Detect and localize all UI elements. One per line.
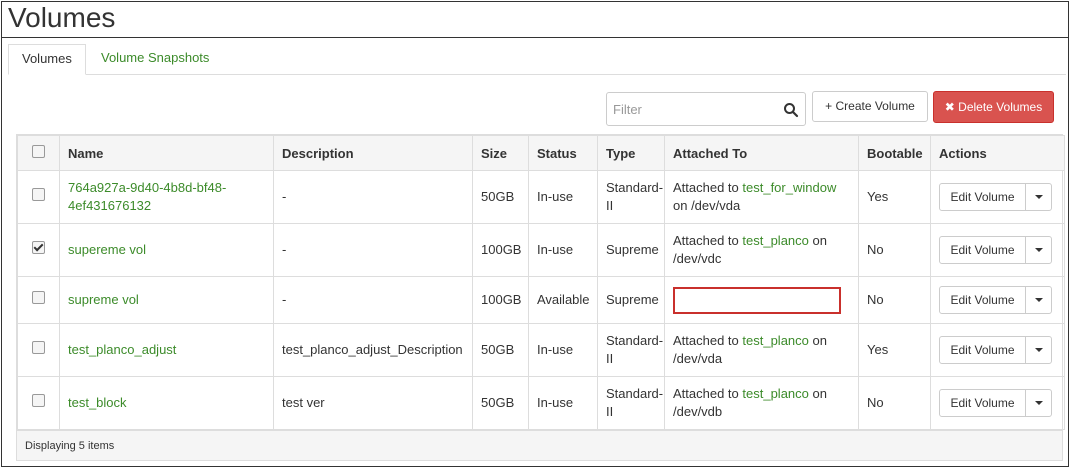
chevron-down-icon[interactable] <box>1026 287 1051 313</box>
volume-name-link[interactable]: supereme vol <box>68 242 146 257</box>
volume-name-link[interactable]: test_block <box>68 395 127 410</box>
header-attached-to[interactable]: Attached To <box>664 135 859 171</box>
volumes-table: Name Description Size Status Type Attach… <box>16 134 1065 461</box>
row-checkbox[interactable] <box>32 341 45 354</box>
attached-instance-link[interactable]: test_for_window <box>742 180 836 195</box>
volume-bootable: No <box>858 376 931 430</box>
volume-size: 100GB <box>472 223 529 277</box>
row-checkbox-checked[interactable] <box>32 241 45 254</box>
attached-prefix: Attached to <box>673 180 743 195</box>
chevron-down-icon[interactable] <box>1026 390 1051 416</box>
volume-status: In-use <box>528 223 598 277</box>
edit-volume-button[interactable]: Edit Volume <box>940 184 1026 210</box>
attached-prefix: Attached to <box>673 233 743 248</box>
attached-instance-link[interactable]: test_planco <box>742 333 809 348</box>
header-description[interactable]: Description <box>273 135 473 171</box>
title-divider <box>2 37 1068 38</box>
table-row: supereme vol - 100GB In-use Supreme Atta… <box>17 223 1065 277</box>
volume-type: Standard-II <box>597 323 665 377</box>
volume-name-link[interactable]: test_planco_adjust <box>68 342 176 357</box>
volume-attached-to: Attached to test_planco on /dev/vdb <box>664 376 859 430</box>
tab-volume-snapshots[interactable]: Volume Snapshots <box>88 44 222 73</box>
volume-bootable: Yes <box>858 323 931 377</box>
highlight-box <box>673 286 841 314</box>
volume-size: 50GB <box>472 376 529 430</box>
create-volume-button[interactable]: + Create Volume <box>812 91 928 122</box>
row-actions: Edit Volume <box>939 336 1052 364</box>
volume-size: 100GB <box>472 276 529 324</box>
chevron-down-icon[interactable] <box>1026 237 1051 263</box>
volume-description: - <box>273 276 473 324</box>
header-name[interactable]: Name <box>59 135 274 171</box>
tab-bar: Volumes Volume Snapshots <box>8 44 1066 75</box>
table-row: 764a927a-9d40-4b8d-bf48-4ef431676132 - 5… <box>17 170 1065 224</box>
filter-input[interactable] <box>607 93 789 125</box>
row-actions: Edit Volume <box>939 236 1052 264</box>
table-header-row: Name Description Size Status Type Attach… <box>17 135 1065 171</box>
volume-type: Standard-II <box>597 376 665 430</box>
volume-attached-to <box>664 276 859 324</box>
volume-type: Standard-II <box>597 170 665 224</box>
volume-bootable: No <box>858 223 931 277</box>
row-checkbox[interactable] <box>32 188 45 201</box>
row-checkbox[interactable] <box>32 291 45 304</box>
select-all-cell <box>17 135 60 171</box>
volume-status: Available <box>528 276 598 324</box>
edit-volume-button[interactable]: Edit Volume <box>940 337 1026 363</box>
row-actions: Edit Volume <box>939 389 1052 417</box>
edit-volume-button[interactable]: Edit Volume <box>940 287 1026 313</box>
table-row: supreme vol - 100GB Available Supreme No… <box>17 276 1065 324</box>
volume-name-link[interactable]: supreme vol <box>68 292 139 307</box>
volume-attached-to: Attached to test_planco on /dev/vda <box>664 323 859 377</box>
row-actions: Edit Volume <box>939 183 1052 211</box>
volume-status: In-use <box>528 170 598 224</box>
volume-description: - <box>273 170 473 224</box>
header-bootable[interactable]: Bootable <box>858 135 931 171</box>
attached-instance-link[interactable]: test_planco <box>742 233 809 248</box>
tab-volumes[interactable]: Volumes <box>8 44 86 75</box>
volume-size: 50GB <box>472 323 529 377</box>
volume-attached-to: Attached to test_planco on /dev/vdc <box>664 223 859 277</box>
delete-volumes-button[interactable]: ✖ Delete Volumes <box>933 91 1054 123</box>
volume-type: Supreme <box>597 276 665 324</box>
volume-size: 50GB <box>472 170 529 224</box>
attached-suffix: on /dev/vda <box>673 198 741 213</box>
volume-status: In-use <box>528 376 598 430</box>
table-row: test_planco_adjust test_planco_adjust_De… <box>17 323 1065 377</box>
volume-description: test ver <box>273 376 473 430</box>
volume-name-link[interactable]: 764a927a-9d40-4b8d-bf48-4ef431676132 <box>68 180 226 213</box>
volume-bootable: Yes <box>858 170 931 224</box>
attached-instance-link[interactable]: test_planco <box>742 386 809 401</box>
header-size[interactable]: Size <box>472 135 529 171</box>
volume-bootable: No <box>858 276 931 324</box>
edit-volume-button[interactable]: Edit Volume <box>940 390 1026 416</box>
edit-volume-button[interactable]: Edit Volume <box>940 237 1026 263</box>
header-actions: Actions <box>930 135 1065 171</box>
chevron-down-icon[interactable] <box>1026 184 1051 210</box>
search-icon[interactable] <box>783 102 799 118</box>
attached-prefix: Attached to <box>673 333 743 348</box>
volume-type: Supreme <box>597 223 665 277</box>
attached-prefix: Attached to <box>673 386 743 401</box>
row-checkbox[interactable] <box>32 394 45 407</box>
volume-description: test_planco_adjust_Description <box>273 323 473 377</box>
volume-status: In-use <box>528 323 598 377</box>
header-type[interactable]: Type <box>597 135 665 171</box>
table-row: test_block test ver 50GB In-use Standard… <box>17 376 1065 430</box>
table-footer: Displaying 5 items <box>17 430 1062 460</box>
volume-attached-to: Attached to test_for_window on /dev/vda <box>664 170 859 224</box>
page-title: Volumes <box>8 2 116 33</box>
select-all-checkbox[interactable] <box>32 145 45 158</box>
filter-box <box>606 92 806 126</box>
header-status[interactable]: Status <box>528 135 598 171</box>
volume-description: - <box>273 223 473 277</box>
chevron-down-icon[interactable] <box>1026 337 1051 363</box>
row-actions: Edit Volume <box>939 286 1052 314</box>
